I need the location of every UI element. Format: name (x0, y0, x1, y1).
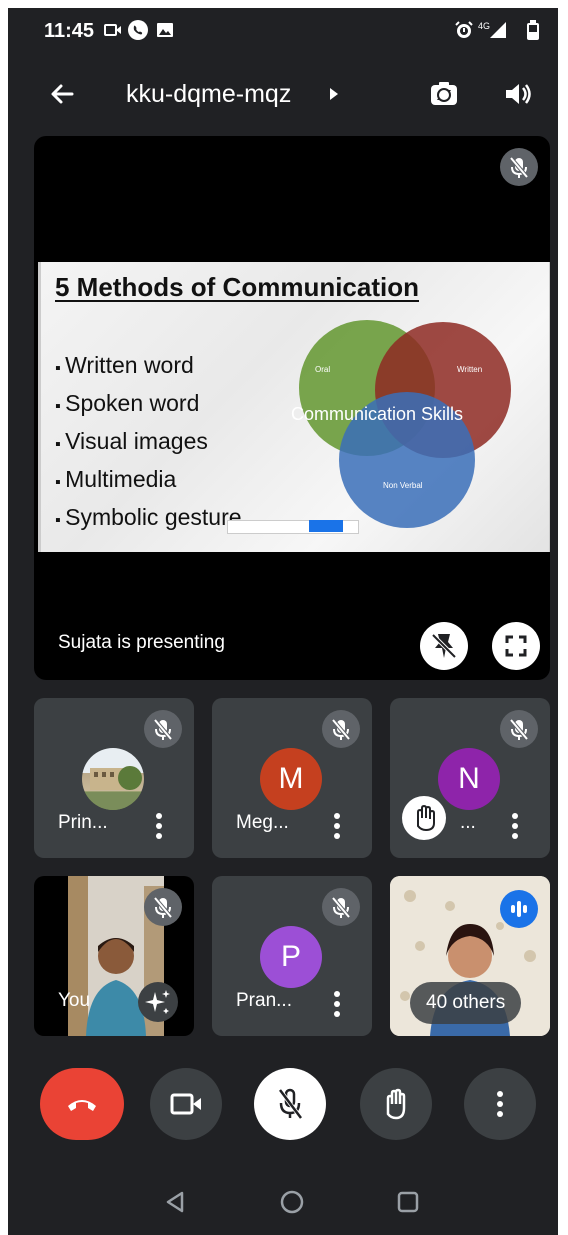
gallery-icon (157, 23, 173, 37)
call-controls (8, 1048, 558, 1140)
participant-tile[interactable]: Prin... (34, 698, 194, 858)
end-call-button[interactable] (40, 1068, 124, 1140)
speaker-icon[interactable] (500, 76, 536, 112)
phone-icon (128, 20, 148, 40)
venn-label-nonverbal: Non Verbal (383, 481, 423, 490)
audio-level-icon (511, 901, 527, 917)
back-arrow-icon[interactable] (46, 78, 78, 110)
raise-hand-button[interactable] (360, 1068, 432, 1140)
system-nav-bar (8, 1168, 558, 1235)
building-photo (82, 766, 144, 810)
mic-off-icon (278, 1088, 303, 1120)
video-call-icon (104, 24, 121, 36)
slide-title: 5 Methods of Communication (55, 272, 419, 302)
slide-button (309, 520, 343, 532)
participant-tile-self[interactable]: You (34, 876, 194, 1036)
mic-off-icon (331, 718, 351, 741)
raised-hand-icon (417, 804, 435, 832)
avatar (82, 748, 144, 810)
participant-name: You (58, 990, 91, 1011)
mic-off-icon (153, 896, 173, 919)
status-time: 11:45 (44, 20, 95, 42)
slide-bullets: Written word Spoken word Visual images M… (55, 348, 242, 538)
venn-label-oral: Oral (315, 365, 330, 374)
mic-off-badge (500, 148, 538, 186)
sparkle-icon (145, 990, 170, 1014)
nav-recents-icon[interactable] (396, 1190, 420, 1214)
nav-back-icon[interactable] (164, 1190, 186, 1214)
participant-name: Pran... (236, 990, 292, 1011)
mic-off-badge (322, 888, 360, 926)
bullet-item: Spoken word (55, 386, 242, 424)
shared-slide: 5 Methods of Communication Written word … (38, 262, 550, 552)
battery-icon (527, 20, 539, 40)
mic-off-icon (331, 896, 351, 919)
mic-off-icon (153, 718, 173, 741)
venn-diagram: Oral Written Non Verbal Communication Sk… (291, 320, 511, 528)
mic-off-badge (144, 710, 182, 748)
caret-right-icon[interactable] (330, 88, 338, 100)
video-camera-icon (170, 1093, 201, 1115)
avatar: M (260, 748, 322, 810)
fullscreen-button[interactable] (492, 622, 540, 670)
alarm-icon (455, 21, 473, 38)
raised-hand-badge (402, 796, 446, 840)
others-count: 40 others (426, 992, 506, 1013)
participant-name: Prin... (58, 812, 108, 833)
unpin-button[interactable] (420, 622, 468, 670)
signal-icon (490, 22, 506, 38)
mic-off-icon (509, 718, 529, 741)
mic-off-badge (322, 710, 360, 748)
participant-name: Meg... (236, 812, 289, 833)
mic-off-badge (500, 710, 538, 748)
participant-tile[interactable]: N ... (390, 698, 550, 858)
bullet-item: Multimedia (55, 462, 242, 500)
more-options-button[interactable] (464, 1068, 536, 1140)
avatar: P (260, 926, 322, 988)
venn-center-label: Communication Skills (291, 404, 463, 424)
more-options-icon[interactable] (154, 812, 164, 840)
participant-name: ... (460, 812, 476, 833)
meeting-topbar: kku-dqme-mqz (8, 64, 558, 124)
presenter-label: Sujata is presenting (58, 632, 225, 653)
mic-off-badge (144, 888, 182, 926)
participant-tile[interactable]: P Pran... (212, 876, 372, 1036)
effects-button[interactable] (138, 982, 178, 1022)
nav-home-icon[interactable] (280, 1190, 304, 1214)
unpin-icon (431, 633, 457, 659)
more-options-icon[interactable] (332, 990, 342, 1018)
presentation-panel[interactable]: 5 Methods of Communication Written word … (34, 136, 550, 680)
mic-off-icon (509, 156, 529, 179)
others-count-chip[interactable]: 40 others (410, 982, 522, 1024)
avatar: N (438, 748, 500, 810)
bullet-item: Symbolic gesture (55, 500, 241, 538)
fullscreen-icon (505, 635, 527, 657)
more-options-icon[interactable] (332, 812, 342, 840)
raise-hand-icon (386, 1088, 406, 1120)
status-bar: 11:45 4G (8, 8, 558, 52)
switch-camera-icon[interactable] (426, 76, 462, 112)
participant-tile-others[interactable]: 40 others (390, 876, 550, 1036)
more-vert-icon (497, 1091, 503, 1117)
bullet-item: Visual images (55, 424, 242, 462)
bullet-item: Written word (55, 348, 242, 386)
speaking-indicator (500, 890, 538, 928)
camera-button[interactable] (150, 1068, 222, 1140)
more-options-icon[interactable] (510, 812, 520, 840)
participant-tile[interactable]: M Meg... (212, 698, 372, 858)
hang-up-icon (68, 1100, 96, 1111)
venn-label-written: Written (457, 365, 482, 374)
meeting-code[interactable]: kku-dqme-mqz (126, 80, 291, 109)
phone-screen: 11:45 4G kku-dqme-mqz 5 Methods of Commu… (8, 8, 558, 1235)
microphone-button[interactable] (254, 1068, 326, 1140)
